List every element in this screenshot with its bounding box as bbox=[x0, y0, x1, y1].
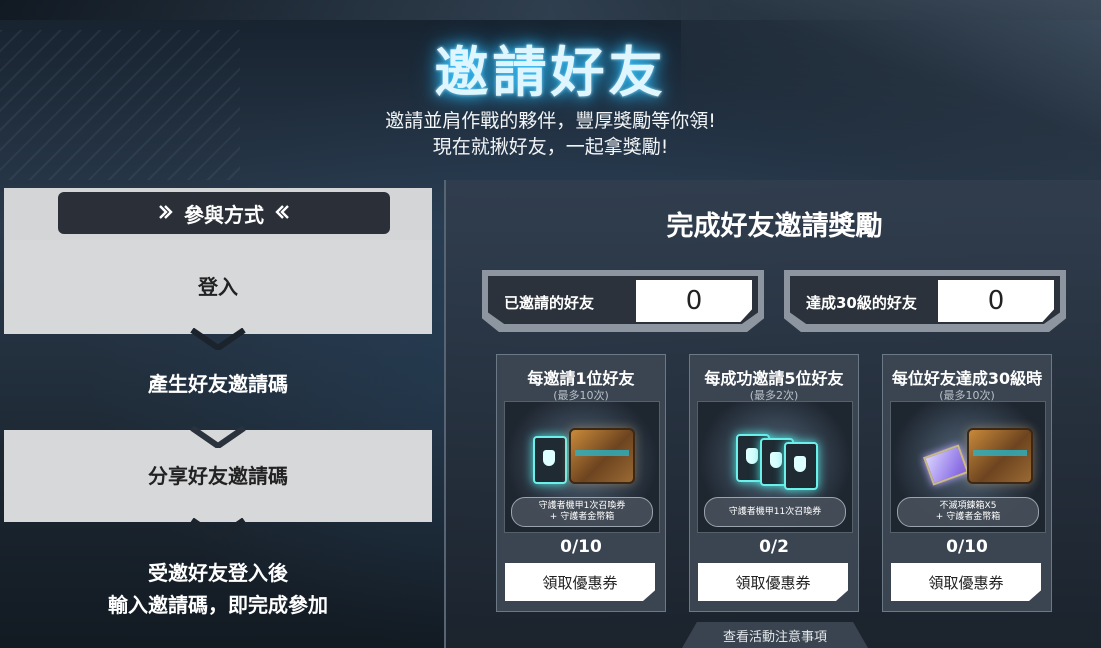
how-to-header-bar: 參與方式 bbox=[4, 188, 432, 240]
reward-description: 守護者機甲1次召喚券 + 守護者金幣箱 bbox=[511, 497, 653, 527]
reward-progress: 0/10 bbox=[946, 537, 988, 557]
hero-subtitle-line-1: 邀請並肩作戰的夥伴，豐厚獎勵等你領! bbox=[385, 110, 716, 132]
gold-chest-icon bbox=[967, 428, 1033, 484]
chevron-down-icon bbox=[190, 426, 246, 448]
rewards-title: 完成好友邀請獎勵 bbox=[666, 211, 883, 242]
reward-progress: 0/10 bbox=[560, 537, 602, 557]
step-label: 登入 bbox=[198, 275, 238, 299]
reward-progress: 0/2 bbox=[759, 537, 789, 557]
reward-description-line-1: 守護者機甲11次召喚券 bbox=[728, 506, 822, 517]
claim-coupon-button[interactable]: 領取優惠券 bbox=[698, 563, 848, 601]
step-label: 分享好友邀請碼 bbox=[148, 464, 288, 488]
double-chevron-right-icon bbox=[158, 201, 174, 225]
how-to-header: 參與方式 bbox=[58, 192, 390, 234]
reward-description: 不滅項鍊箱X5 + 守護者金幣箱 bbox=[897, 497, 1039, 527]
summon-ticket-icon bbox=[533, 436, 567, 484]
how-to-participate-panel: 參與方式 登入 產生好友邀請碼 分享好友邀請碼 受邀好友登入後 輸入邀請碼，即完… bbox=[4, 188, 432, 648]
reward-description-line-1: 不滅項鍊箱X5 bbox=[939, 501, 997, 511]
summon-ticket-icon bbox=[784, 442, 818, 490]
invited-friends-counter: 已邀請的好友 0 bbox=[482, 270, 764, 332]
chevron-down-icon bbox=[190, 328, 246, 350]
reward-card-title: 每位好友達成30級時 bbox=[891, 369, 1043, 388]
reward-card-title: 每成功邀請5位好友 bbox=[704, 369, 844, 388]
claim-coupon-button[interactable]: 領取優惠券 bbox=[891, 563, 1041, 601]
level30-friends-counter: 達成30級的好友 0 bbox=[784, 270, 1066, 332]
reward-card-invite-5: 每成功邀請5位好友 (最多2次) 守護者機甲11次召喚券 0/2 領取優惠券 bbox=[689, 354, 859, 612]
step-label-line-2: 輸入邀請碼，即完成參加 bbox=[108, 593, 328, 617]
necklace-box-icon bbox=[923, 444, 969, 486]
double-chevron-left-icon bbox=[274, 201, 290, 225]
chevron-down-icon bbox=[190, 518, 246, 540]
reward-card-title: 每邀請1位好友 bbox=[527, 369, 635, 388]
counter-value: 0 bbox=[938, 280, 1054, 322]
step-login: 登入 bbox=[4, 240, 432, 334]
reward-card-invite-1: 每邀請1位好友 (最多10次) 守護者機甲1次召喚券 + 守護者金幣箱 0/10… bbox=[496, 354, 666, 612]
rewards-panel: 完成好友邀請獎勵 已邀請的好友 0 達成30級的好友 0 每邀請1位好友 (最多… bbox=[444, 180, 1101, 648]
reward-card-level30: 每位好友達成30級時 (最多10次) 不滅項鍊箱X5 + 守護者金幣箱 0/10… bbox=[882, 354, 1052, 612]
reward-description-line-2: + 守護者金幣箱 bbox=[935, 512, 1001, 522]
view-event-notice-button[interactable]: 查看活動注意事項 bbox=[682, 622, 868, 648]
hero-subtitle-line-2: 現在就揪好友，一起拿獎勵! bbox=[432, 136, 669, 158]
counter-label: 達成30級的好友 bbox=[806, 294, 917, 312]
step-generate-code: 產生好友邀請碼 bbox=[4, 352, 432, 416]
page-title: 邀請好友 bbox=[434, 41, 667, 104]
step-label: 產生好友邀請碼 bbox=[148, 372, 288, 396]
gold-chest-icon bbox=[569, 428, 635, 484]
reward-description-line-1: 守護者機甲1次召喚券 bbox=[538, 501, 626, 511]
reward-description: 守護者機甲11次召喚券 bbox=[704, 497, 846, 527]
how-to-header-label: 參與方式 bbox=[184, 202, 264, 227]
counter-value: 0 bbox=[636, 280, 752, 322]
reward-description-line-2: + 守護者金幣箱 bbox=[549, 512, 615, 522]
step-label-line-1: 受邀好友登入後 bbox=[148, 561, 288, 585]
counter-label: 已邀請的好友 bbox=[504, 294, 595, 312]
claim-coupon-button[interactable]: 領取優惠券 bbox=[505, 563, 655, 601]
step-enter-code: 受邀好友登入後 輸入邀請碼，即完成參加 bbox=[4, 552, 432, 626]
